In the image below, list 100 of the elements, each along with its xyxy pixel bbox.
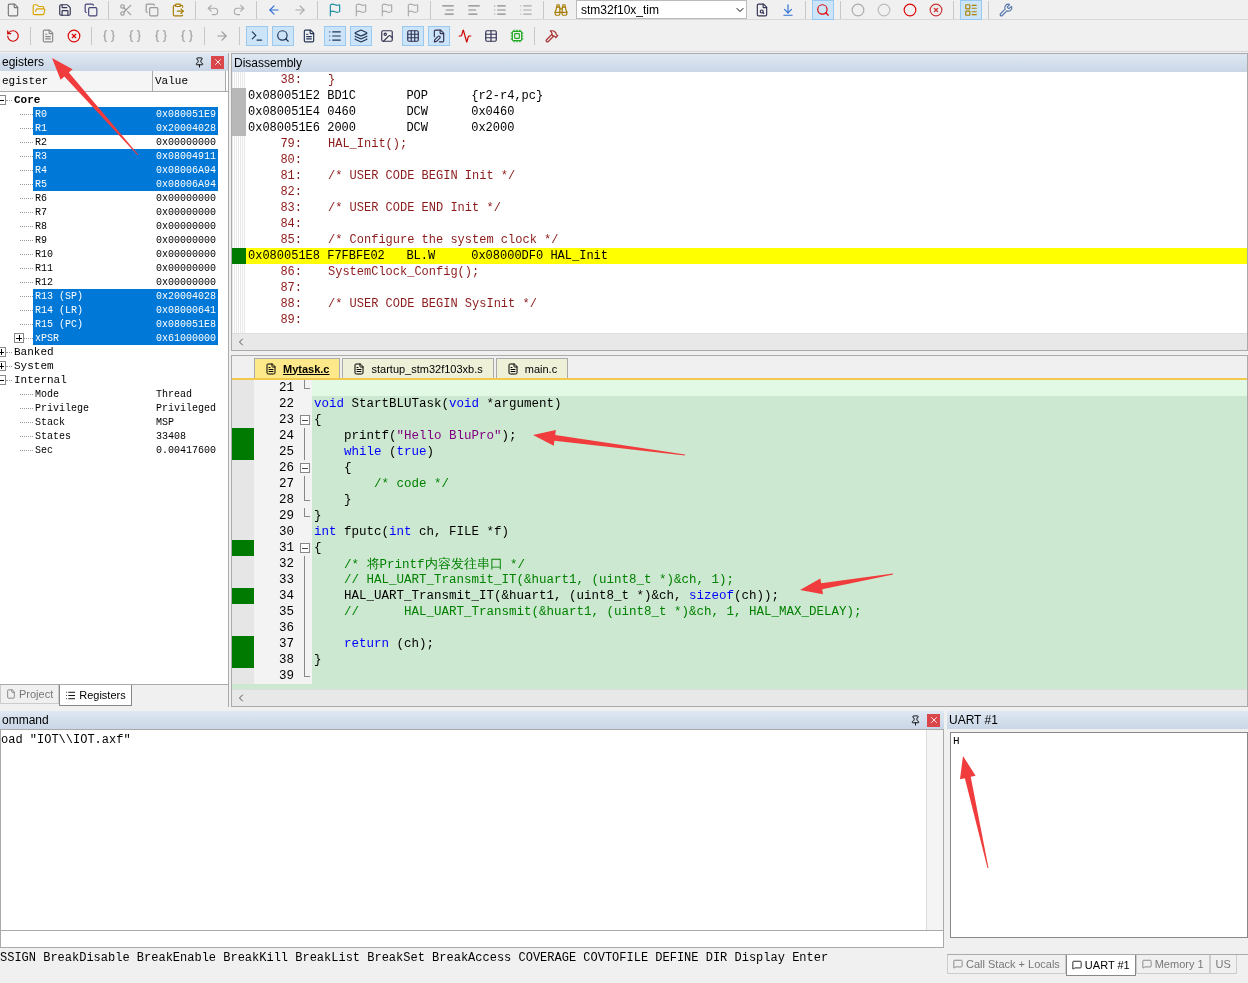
register-row[interactable]: R6 0x00000000	[33, 191, 218, 205]
register-name: R1	[35, 122, 48, 134]
registers-button[interactable]	[324, 25, 346, 46]
target-select[interactable]: stm32f10x_tim	[576, 0, 747, 19]
file-icon	[265, 362, 277, 375]
panel-tab[interactable]: US	[1209, 955, 1237, 974]
pin-icon[interactable]	[910, 714, 921, 726]
tree-group[interactable]: Banked	[12, 346, 54, 358]
close-button[interactable]	[927, 713, 940, 727]
window-icon	[1071, 960, 1082, 970]
code-line: // HAL_UART_Transmit_IT(&huart1, (uint8_t *)&ch, 1);	[343, 573, 735, 587]
line-number: 36	[278, 620, 295, 636]
disassembly-button[interactable]	[272, 25, 294, 46]
register-row[interactable]: States 33408	[33, 429, 218, 443]
register-row[interactable]: R10 0x00000000	[33, 247, 218, 261]
flag-icon	[328, 2, 342, 17]
command-input[interactable]	[0, 931, 944, 948]
opcode: 2000	[327, 121, 357, 135]
register-row[interactable]: R12 0x00000000	[33, 275, 218, 289]
register-row[interactable]: Stack MSP	[33, 415, 218, 429]
register-row[interactable]: R13 (SP) 0x20004028	[33, 289, 218, 303]
register-row[interactable]: R9 0x00000000	[33, 233, 218, 247]
expander-icon[interactable]	[14, 333, 24, 343]
tree-group[interactable]: Core	[12, 94, 41, 106]
line-number: 22	[278, 396, 295, 412]
analysis-icon	[458, 28, 472, 43]
call-stack-button[interactable]	[350, 25, 372, 46]
register-row[interactable]: R14 (LR) 0x08000641	[33, 303, 218, 317]
panel-tab[interactable]: Project	[0, 685, 60, 704]
register-row[interactable]: R8 0x00000000	[33, 219, 218, 233]
register-row[interactable]: R15 (PC) 0x080051E8	[33, 317, 218, 331]
address: 0x080051E8	[248, 249, 321, 263]
register-row[interactable]: R3 0x08004911	[33, 149, 218, 163]
fold-box-icon[interactable]	[300, 463, 310, 473]
line-number: 86:	[279, 265, 303, 279]
panel-tab[interactable]: UART #1	[1065, 955, 1136, 976]
registers-icon	[328, 28, 342, 43]
window-layout-button[interactable]	[960, 0, 982, 20]
panel-tab[interactable]: Call Stack + Locals	[947, 955, 1066, 974]
column-header[interactable]: egister	[0, 71, 153, 91]
tree-group[interactable]: System	[12, 360, 54, 372]
register-row[interactable]: R11 0x00000000	[33, 261, 218, 275]
debug-button[interactable]	[812, 0, 834, 20]
flag-icon	[380, 2, 394, 17]
new-file-icon	[6, 2, 20, 17]
register-row[interactable]: R2 0x00000000	[33, 135, 218, 149]
save-all-icon	[84, 2, 98, 17]
register-row[interactable]: R7 0x00000000	[33, 205, 218, 219]
line-number: 24	[278, 428, 295, 444]
wrench-icon	[999, 2, 1013, 17]
line-number: 26	[278, 460, 295, 476]
register-row[interactable]: Mode Thread	[33, 387, 218, 401]
vertical-scrollbar[interactable]	[926, 730, 943, 930]
column-header[interactable]: Value	[153, 71, 226, 91]
register-row[interactable]: R0 0x080051E9	[33, 107, 218, 121]
register-row[interactable]: Privilege Privileged	[33, 401, 218, 415]
code-line: }	[343, 493, 352, 507]
scissors-icon	[119, 2, 133, 17]
horizontal-scrollbar[interactable]	[232, 689, 1247, 706]
breakpoint-icon	[851, 2, 865, 17]
register-row[interactable]: R1 0x20004028	[33, 121, 218, 135]
code-line: }	[314, 509, 322, 523]
register-value: 0x00000000	[156, 136, 217, 148]
reset-icon	[6, 28, 20, 43]
breakpoint-icon	[877, 2, 891, 17]
register-row[interactable]: R5 0x08006A94	[33, 177, 218, 191]
register-name: Mode	[35, 388, 60, 400]
fold-box-icon[interactable]	[300, 415, 310, 425]
close-button[interactable]	[211, 55, 224, 69]
register-row[interactable]: R4 0x08006A94	[33, 163, 218, 177]
redo-icon	[232, 2, 246, 17]
register-value: 0x00000000	[156, 206, 217, 218]
code-line: }	[314, 653, 322, 667]
close-icon	[212, 57, 223, 67]
undo-icon	[206, 2, 220, 17]
panel-tab[interactable]: Registers	[59, 685, 132, 706]
panel-tab[interactable]: Memory 1	[1135, 955, 1210, 974]
register-value: 0x20004028	[156, 122, 217, 134]
horizontal-scrollbar[interactable]	[232, 333, 1247, 350]
fold-box-icon[interactable]	[300, 543, 310, 553]
file-tab[interactable]: startup_stm32f103xb.s	[342, 358, 494, 378]
line-number: 25	[278, 444, 295, 460]
command-window-button[interactable]	[246, 25, 268, 46]
panel-title: egisters	[2, 55, 45, 69]
file-tab[interactable]: Mytask.c	[254, 358, 341, 378]
tree-group[interactable]: Internal	[12, 374, 67, 386]
line-number: 39	[278, 668, 295, 684]
register-row[interactable]: Sec 0.00417600	[33, 443, 218, 457]
memory-button[interactable]	[402, 25, 424, 46]
line-number: 82:	[279, 185, 303, 199]
file-icon	[353, 362, 366, 375]
file-tab[interactable]: main.c	[495, 358, 569, 378]
register-row[interactable]: xPSR 0x61000000	[33, 331, 218, 345]
line-number: 28	[278, 492, 295, 508]
register-name: R14 (LR)	[35, 304, 84, 316]
command-window-icon	[250, 28, 264, 43]
serial-button[interactable]	[428, 25, 450, 46]
register-value: 0.00417600	[156, 444, 217, 456]
pin-icon[interactable]	[194, 56, 205, 68]
show-next-icon	[215, 28, 229, 43]
